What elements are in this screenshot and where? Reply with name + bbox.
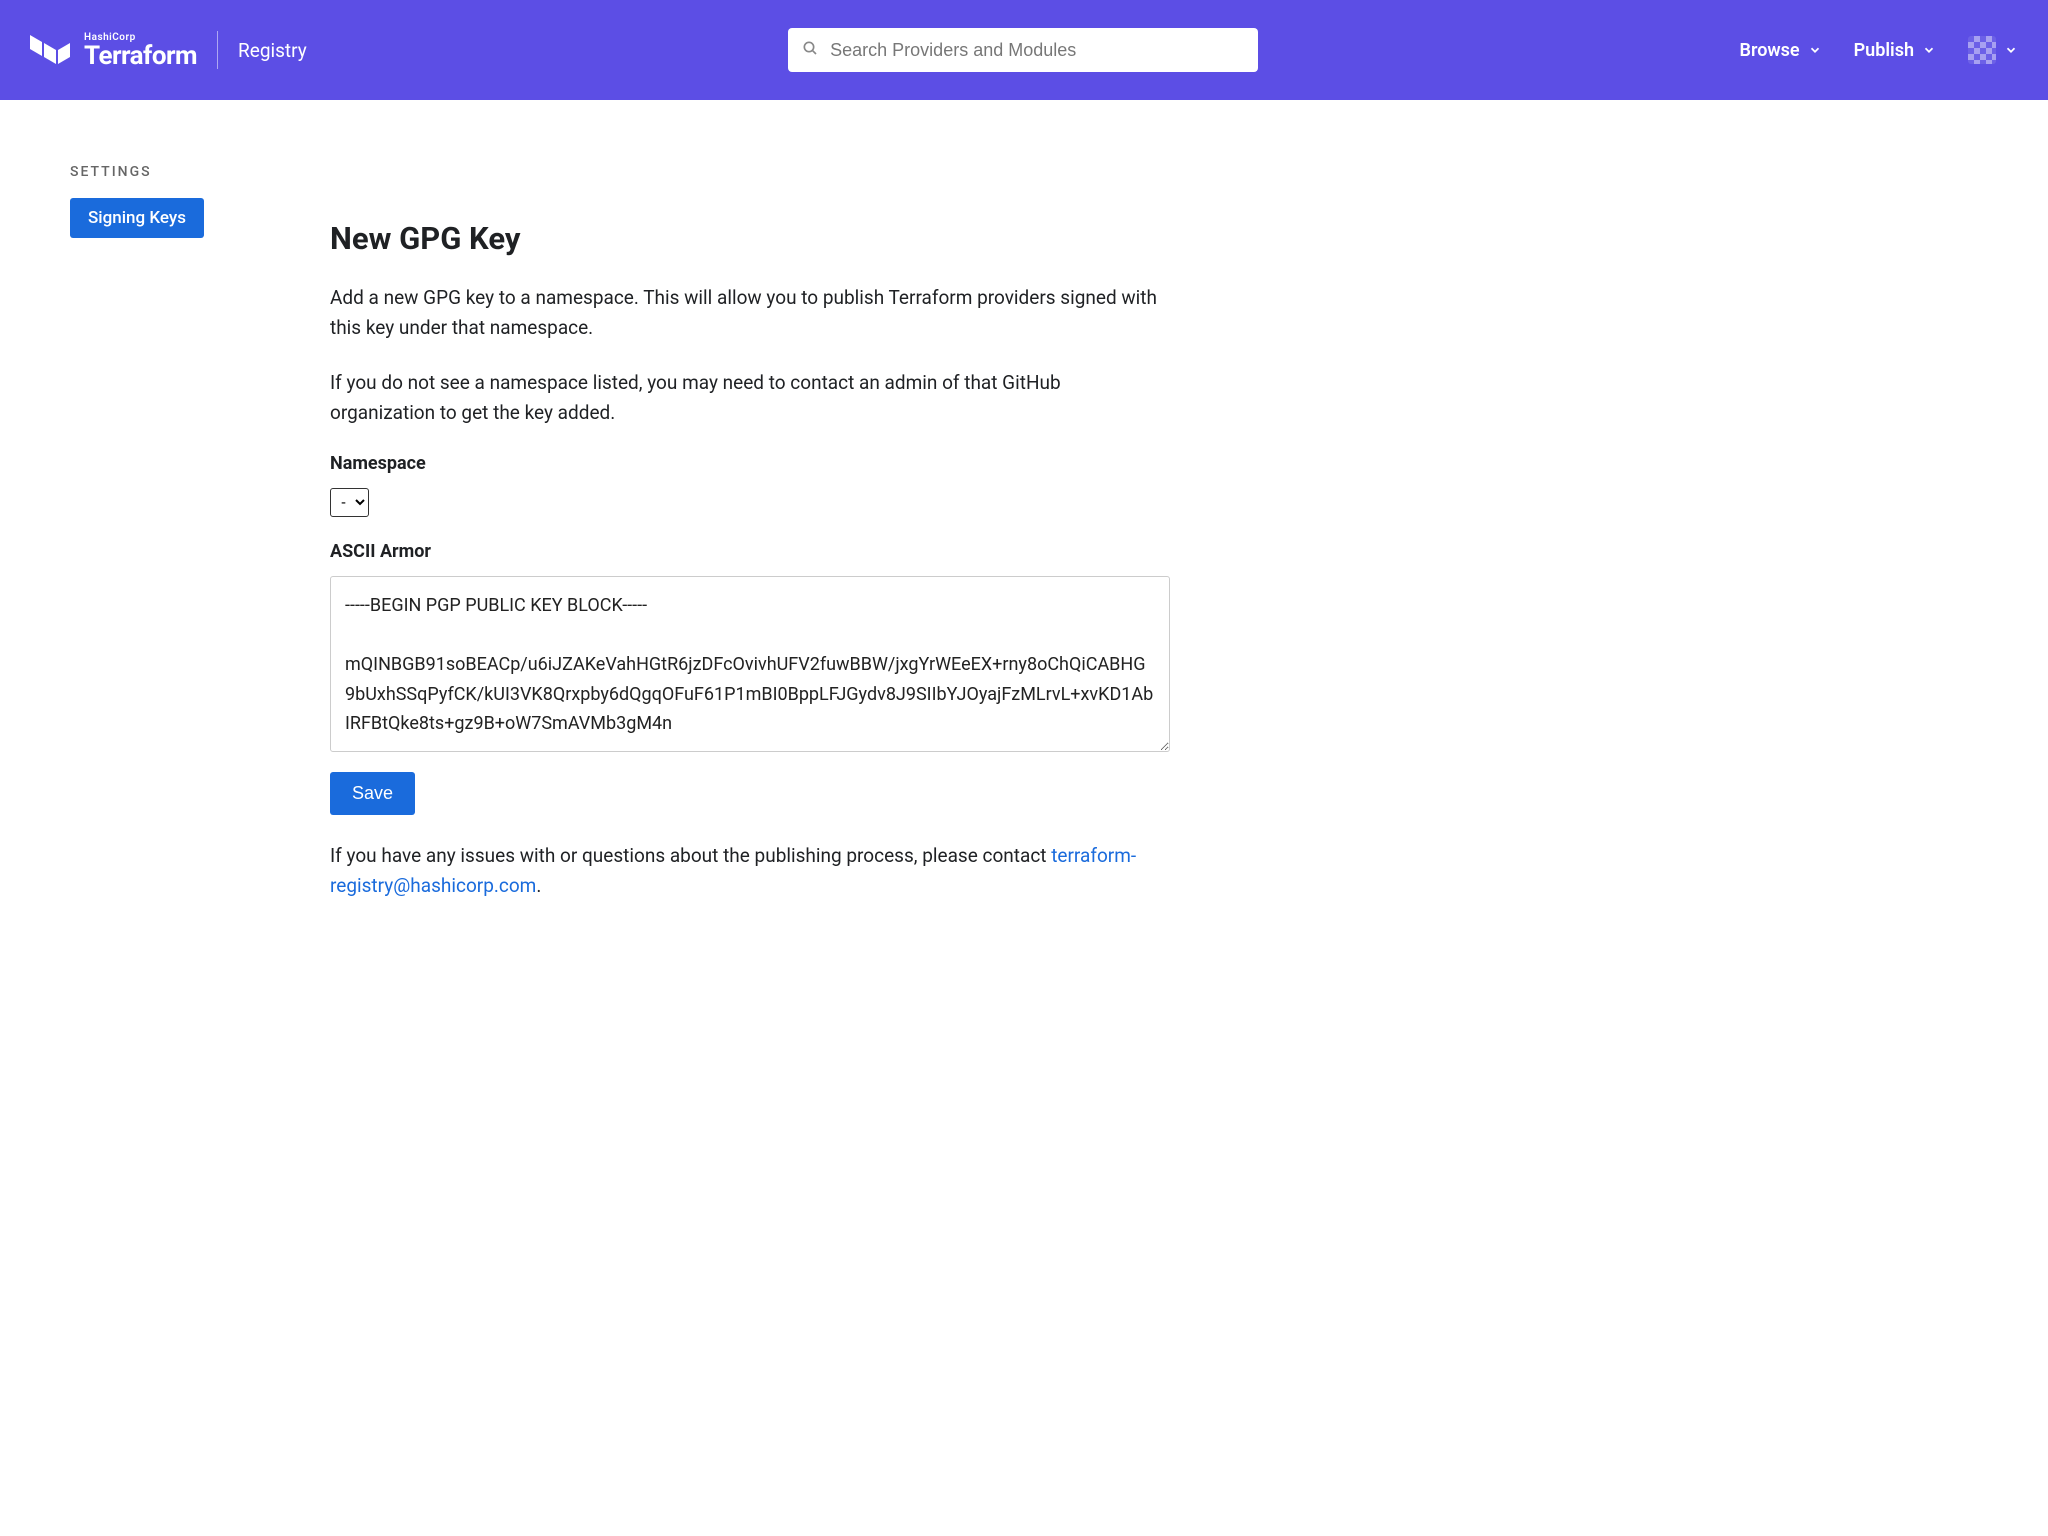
brand-divider <box>217 31 218 69</box>
chevron-down-icon <box>1922 43 1936 57</box>
brand-logo[interactable]: HashiCorp Terraform Registry <box>30 30 307 70</box>
chevron-down-icon <box>2004 43 2018 57</box>
save-button[interactable]: Save <box>330 772 415 815</box>
nav-browse-label: Browse <box>1740 40 1800 61</box>
ascii-armor-label: ASCII Armor <box>330 541 1170 562</box>
brand-sub: Registry <box>238 39 307 62</box>
brand-text: HashiCorp Terraform <box>84 32 197 69</box>
namespace-select[interactable]: - <box>330 488 369 517</box>
nav-publish[interactable]: Publish <box>1854 40 1936 61</box>
nav-browse[interactable]: Browse <box>1740 40 1822 61</box>
search-container <box>307 28 1740 72</box>
main-content: New GPG Key Add a new GPG key to a names… <box>330 164 1170 901</box>
nav-right: Browse Publish <box>1740 36 2018 64</box>
top-nav: HashiCorp Terraform Registry Browse Publ… <box>0 0 2048 100</box>
sidebar-item-signing-keys[interactable]: Signing Keys <box>70 198 204 238</box>
sidebar-heading: SETTINGS <box>70 164 230 180</box>
page-title: New GPG Key <box>330 220 1170 257</box>
user-menu[interactable] <box>1968 36 2018 64</box>
brand-product: Terraform <box>84 43 197 69</box>
footer-note: If you have any issues with or questions… <box>330 841 1170 902</box>
footer-text: If you have any issues with or questions… <box>330 844 1051 867</box>
terraform-logo-icon <box>30 30 70 70</box>
footer-period: . <box>536 874 541 897</box>
description-2: If you do not see a namespace listed, yo… <box>330 368 1170 429</box>
search-box[interactable] <box>788 28 1258 72</box>
search-icon <box>802 40 818 60</box>
namespace-label: Namespace <box>330 453 1170 474</box>
chevron-down-icon <box>1808 43 1822 57</box>
nav-publish-label: Publish <box>1854 40 1914 61</box>
settings-sidebar: SETTINGS Signing Keys <box>70 164 230 901</box>
description-1: Add a new GPG key to a namespace. This w… <box>330 283 1170 344</box>
ascii-armor-textarea[interactable] <box>330 576 1170 752</box>
search-input[interactable] <box>830 40 1244 61</box>
avatar <box>1968 36 1996 64</box>
